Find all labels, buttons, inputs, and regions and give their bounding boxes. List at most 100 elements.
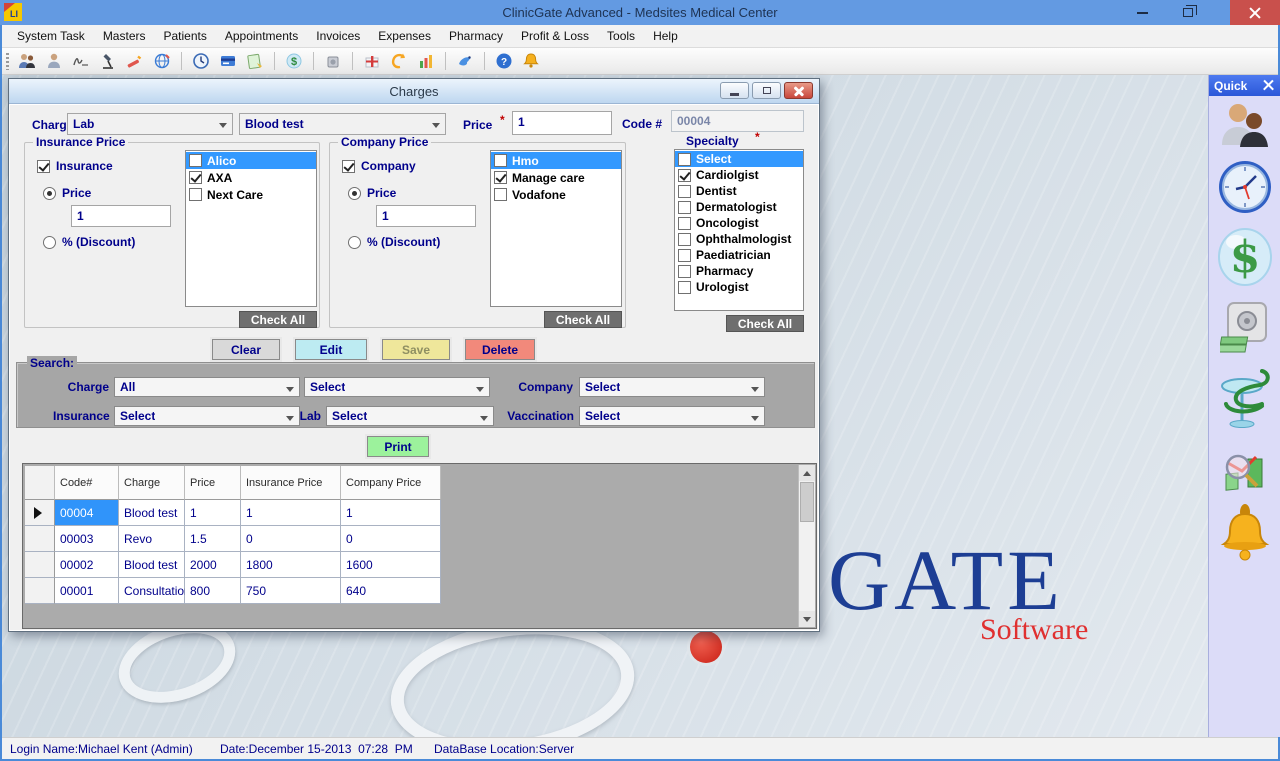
grid-cell[interactable]: 00002 [55, 552, 119, 578]
list-item[interactable]: Next Care [186, 186, 316, 203]
list-item[interactable]: Urologist [675, 279, 803, 295]
radio-icon[interactable] [348, 236, 361, 249]
patients-pair-icon[interactable] [16, 50, 38, 72]
dialog-maximize-button[interactable] [752, 82, 781, 99]
grid-cell[interactable]: 800 [185, 578, 241, 604]
grid-cell[interactable]: Consultation [119, 578, 185, 604]
grid-cell[interactable]: 1800 [241, 552, 341, 578]
invoice-note-icon[interactable] [244, 50, 266, 72]
list-item[interactable]: Cardiolgist [675, 167, 803, 183]
grid-cell[interactable]: 00003 [55, 526, 119, 552]
search-charge-item-select[interactable]: Select [304, 377, 490, 397]
checkbox-icon[interactable] [189, 171, 202, 184]
grid-cell[interactable]: 1 [241, 500, 341, 526]
delete-button[interactable]: Delete [465, 339, 535, 360]
menu-tools[interactable]: Tools [598, 26, 644, 46]
search-vaccination-select[interactable]: Select [579, 406, 765, 426]
code-input[interactable]: 00004 [671, 110, 804, 132]
charge-item-select[interactable]: Blood test [239, 113, 446, 135]
list-item[interactable]: Alico [186, 152, 316, 169]
web-globe-icon[interactable] [151, 50, 173, 72]
microscope-icon[interactable] [97, 50, 119, 72]
checkbox-icon[interactable] [678, 169, 691, 182]
reminder-bell-icon[interactable] [520, 50, 542, 72]
grid-cell[interactable]: 750 [241, 578, 341, 604]
list-item[interactable]: Pharmacy [675, 263, 803, 279]
storage-box-icon[interactable] [322, 50, 344, 72]
signature-icon[interactable] [70, 50, 92, 72]
grid-cell[interactable]: 0 [341, 526, 441, 552]
insurance-price-input[interactable]: 1 [71, 205, 171, 227]
insurance-discount-radio[interactable]: % (Discount) [43, 235, 135, 249]
menu-patients[interactable]: Patients [155, 26, 216, 46]
gift-box-icon[interactable] [361, 50, 383, 72]
grid-cell[interactable]: 640 [341, 578, 441, 604]
radio-icon[interactable] [348, 187, 361, 200]
grid-cell[interactable]: 0 [241, 526, 341, 552]
quick-close-icon[interactable] [1263, 80, 1274, 91]
list-item[interactable]: Dentist [675, 183, 803, 199]
checkbox-icon[interactable] [678, 265, 691, 278]
list-item[interactable]: Hmo [491, 152, 621, 169]
grid-column-header[interactable]: Code# [55, 466, 119, 500]
table-row[interactable]: 00003 Revo 1.5 0 0 [25, 526, 441, 552]
grid-cell[interactable]: 2000 [185, 552, 241, 578]
search-charge-select[interactable]: All [114, 377, 300, 397]
help-icon[interactable]: ? [493, 50, 515, 72]
company-check-all-button[interactable]: Check All [544, 311, 622, 328]
row-selector-cell[interactable] [25, 578, 55, 604]
quick-patients-icon[interactable] [1218, 99, 1272, 156]
dialog-title-bar[interactable]: Charges [9, 79, 819, 104]
checkbox-icon[interactable] [342, 160, 355, 173]
checkbox-icon[interactable] [494, 171, 507, 184]
list-item[interactable]: Manage care [491, 169, 621, 186]
menu-system-task[interactable]: System Task [8, 26, 94, 46]
messenger-bird-icon[interactable] [454, 50, 476, 72]
insurance-toggle[interactable]: Insurance [37, 159, 113, 173]
checkbox-icon[interactable] [678, 185, 691, 198]
checkbox-icon[interactable] [678, 153, 691, 166]
menu-profit-loss[interactable]: Profit & Loss [512, 26, 598, 46]
menu-pharmacy[interactable]: Pharmacy [440, 26, 512, 46]
grid-cell[interactable]: Revo [119, 526, 185, 552]
checkbox-icon[interactable] [189, 188, 202, 201]
checkbox-icon[interactable] [494, 188, 507, 201]
insurance-check-all-button[interactable]: Check All [239, 311, 317, 328]
insurance-price-radio[interactable]: Price [43, 186, 91, 200]
search-company-select[interactable]: Select [579, 377, 765, 397]
grid-column-header[interactable]: Company Price [341, 466, 441, 500]
search-lab-select[interactable]: Select [326, 406, 494, 426]
quick-reminder-bell-icon[interactable] [1220, 503, 1270, 568]
checkbox-icon[interactable] [678, 201, 691, 214]
quick-appointments-clock-icon[interactable] [1216, 158, 1274, 219]
grid-cell[interactable]: Blood test [119, 500, 185, 526]
grid-column-header[interactable]: Insurance Price [241, 466, 341, 500]
menu-appointments[interactable]: Appointments [216, 26, 307, 46]
clear-button[interactable]: Clear [212, 339, 280, 360]
insurance-list[interactable]: Alico AXA Next Care [185, 150, 317, 307]
specialty-list[interactable]: Select Cardiolgist Dentist Dermatologist… [674, 149, 804, 311]
minimize-button[interactable] [1122, 0, 1162, 25]
price-input[interactable]: 1 [512, 111, 612, 135]
list-item[interactable]: Select [675, 151, 803, 167]
edit-button[interactable]: Edit [295, 339, 367, 360]
list-item[interactable]: Paediatrician [675, 247, 803, 263]
company-price-input[interactable]: 1 [376, 205, 476, 227]
quick-pharmacy-snake-icon[interactable] [1216, 366, 1274, 435]
list-item[interactable]: Vodafone [491, 186, 621, 203]
menu-invoices[interactable]: Invoices [307, 26, 369, 46]
quick-reports-analysis-icon[interactable] [1218, 449, 1272, 502]
list-item[interactable]: AXA [186, 169, 316, 186]
row-selector-cell[interactable] [25, 552, 55, 578]
grid-cell[interactable]: 00004 [55, 500, 119, 526]
scrollbar-thumb[interactable] [800, 482, 814, 522]
row-selector-cell[interactable] [25, 526, 55, 552]
list-item[interactable]: Oncologist [675, 215, 803, 231]
company-list[interactable]: Hmo Manage care Vodafone [490, 150, 622, 307]
specialty-check-all-button[interactable]: Check All [726, 315, 804, 332]
menu-masters[interactable]: Masters [94, 26, 155, 46]
grid-vertical-scrollbar[interactable] [798, 465, 815, 627]
checkbox-icon[interactable] [678, 249, 691, 262]
list-item[interactable]: Ophthalmologist [675, 231, 803, 247]
company-discount-radio[interactable]: % (Discount) [348, 235, 440, 249]
